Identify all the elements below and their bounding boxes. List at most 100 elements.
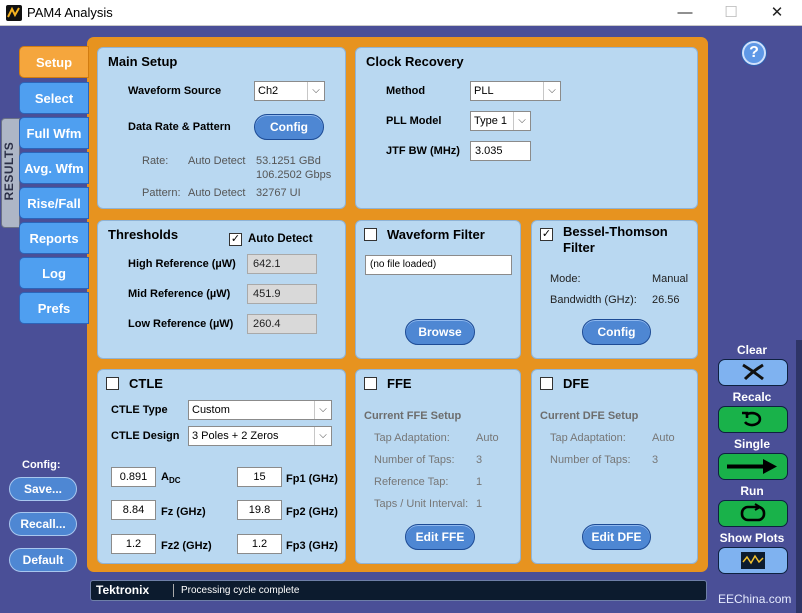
default-button[interactable]: Default <box>9 548 77 572</box>
browse-button[interactable]: Browse <box>405 319 475 345</box>
edit-dfe-button[interactable]: Edit DFE <box>582 524 651 550</box>
dfe-checkbox[interactable] <box>540 377 553 390</box>
dfe-title: DFE <box>563 376 589 391</box>
pattern-label: Pattern: <box>142 187 181 199</box>
clear-icon <box>742 363 764 381</box>
thresholds-title: Thresholds <box>108 227 179 242</box>
ctle-design-select[interactable]: 3 Poles + 2 Zeros ⌵ <box>188 426 332 446</box>
bessel-config-button[interactable]: Config <box>582 319 651 345</box>
bessel-thomson-title: Bessel-Thomson <box>563 224 668 239</box>
auto-detect-checkbox[interactable]: ✓ <box>229 233 242 246</box>
main-setup-config-button[interactable]: Config <box>254 114 324 140</box>
method-select[interactable]: PLL ⌵ <box>470 81 561 101</box>
high-reference-label: High Reference (µW) <box>128 258 236 270</box>
ffe-ref-tap-label: Reference Tap: <box>374 476 449 488</box>
ffe-num-taps-value: 3 <box>476 454 483 466</box>
tab-log[interactable]: Log <box>19 257 89 289</box>
minimize-icon[interactable]: — <box>662 0 708 26</box>
tab-prefs[interactable]: Prefs <box>19 292 89 324</box>
fz-label: Fz (GHz) <box>161 506 206 518</box>
pll-model-value: Type 1 <box>474 115 508 127</box>
fz-input[interactable]: 8.84 <box>111 500 156 520</box>
tab-full-wfm[interactable]: Full Wfm <box>19 117 89 149</box>
close-icon[interactable]: ✕ <box>754 0 800 26</box>
fz2-label: Fz2 (GHz) <box>161 540 212 552</box>
pll-model-select[interactable]: Type 1 ⌵ <box>470 111 531 131</box>
ctle-type-label: CTLE Type <box>111 404 168 416</box>
fp3-label: Fp3 (GHz) <box>286 540 338 552</box>
status-message: Processing cycle complete <box>181 585 300 596</box>
single-label: Single <box>733 437 770 451</box>
clock-recovery-title: Clock Recovery <box>366 54 464 69</box>
chevron-down-icon: ⌵ <box>513 112 530 130</box>
recalc-button[interactable] <box>718 406 788 433</box>
recalc-label: Recalc <box>732 390 772 404</box>
tab-select[interactable]: Select <box>19 82 89 114</box>
run-label: Run <box>740 484 764 498</box>
waveform-source-value: Ch2 <box>258 85 279 97</box>
dfe-num-taps-value: 3 <box>652 454 659 466</box>
arrow-right-icon <box>727 459 777 474</box>
dfe-num-taps-label: Number of Taps: <box>550 454 631 466</box>
ffe-checkbox[interactable] <box>364 377 377 390</box>
adc-label-text: A <box>161 471 169 483</box>
tab-rise-fall[interactable]: Rise/Fall <box>19 187 89 219</box>
adc-label-sub: DC <box>168 476 181 486</box>
mid-reference-label: Mid Reference (µW) <box>128 288 231 300</box>
plot-icon <box>741 552 765 569</box>
tab-reports[interactable]: Reports <box>19 222 89 254</box>
fp3-input[interactable]: 1.2 <box>237 534 282 554</box>
watermark: EEChina.com <box>718 592 792 606</box>
pll-model-label: PLL Model <box>386 115 442 127</box>
edit-ffe-button[interactable]: Edit FFE <box>405 524 475 550</box>
auto-detect-label: Auto Detect <box>248 233 313 245</box>
dfe-tap-adapt-value: Auto <box>652 432 675 444</box>
adc-label: ADC <box>161 471 181 485</box>
tab-setup[interactable]: Setup <box>19 46 89 78</box>
maximize-icon[interactable]: ☐ <box>708 0 754 26</box>
status-divider <box>173 584 174 597</box>
fz2-input[interactable]: 1.2 <box>111 534 156 554</box>
ffe-tap-adapt-value: Auto <box>476 432 499 444</box>
show-plots-button[interactable] <box>718 547 788 574</box>
jtf-label: JTF BW (MHz) <box>386 145 460 157</box>
single-button[interactable] <box>718 453 788 480</box>
rate-gbps: 106.2502 Gbps <box>256 169 332 181</box>
method-label: Method <box>386 85 426 97</box>
ctle-type-value: Custom <box>192 404 230 416</box>
ctle-title: CTLE <box>129 376 163 391</box>
waveform-filter-title: Waveform Filter <box>387 227 485 242</box>
data-rate-label: Data Rate & Pattern <box>128 121 231 133</box>
help-icon[interactable]: ? <box>742 41 766 65</box>
ffe-ref-tap-value: 1 <box>476 476 483 488</box>
show-plots-label: Show Plots <box>719 531 785 545</box>
clear-button[interactable] <box>718 359 788 386</box>
waveform-source-label: Waveform Source <box>128 85 222 97</box>
ctle-type-select[interactable]: Custom ⌵ <box>188 400 332 420</box>
bessel-thomson-checkbox[interactable]: ✓ <box>540 228 553 241</box>
jtf-input[interactable]: 3.035 <box>470 141 531 161</box>
ffe-title: FFE <box>387 376 412 391</box>
mid-reference-value: 451.9 <box>247 284 317 304</box>
save-button[interactable]: Save... <box>9 477 77 501</box>
adc-input[interactable]: 0.891 <box>111 467 156 487</box>
method-value: PLL <box>474 85 494 97</box>
chevron-down-icon: ⌵ <box>314 401 331 419</box>
dfe-tap-adapt-label: Tap Adaptation: <box>550 432 626 444</box>
waveform-filter-checkbox[interactable] <box>364 228 377 241</box>
run-button[interactable] <box>718 500 788 527</box>
recalc-icon <box>742 411 762 427</box>
fp1-label: Fp1 (GHz) <box>286 473 338 485</box>
tektronix-logo: Tektronix <box>96 583 150 597</box>
filter-file-field[interactable]: (no file loaded) <box>365 255 512 275</box>
tab-avg-wfm[interactable]: Avg. Wfm <box>19 152 89 184</box>
waveform-source-select[interactable]: Ch2 ⌵ <box>254 81 325 101</box>
ctle-checkbox[interactable] <box>106 377 119 390</box>
fp1-input[interactable]: 15 <box>237 467 282 487</box>
ffe-num-taps-label: Number of Taps: <box>374 454 455 466</box>
bessel-thomson-title-2: Filter <box>563 240 595 255</box>
fp2-input[interactable]: 19.8 <box>237 500 282 520</box>
recall-button[interactable]: Recall... <box>9 512 77 536</box>
pattern-value: 32767 UI <box>256 187 301 199</box>
high-reference-value: 642.1 <box>247 254 317 274</box>
